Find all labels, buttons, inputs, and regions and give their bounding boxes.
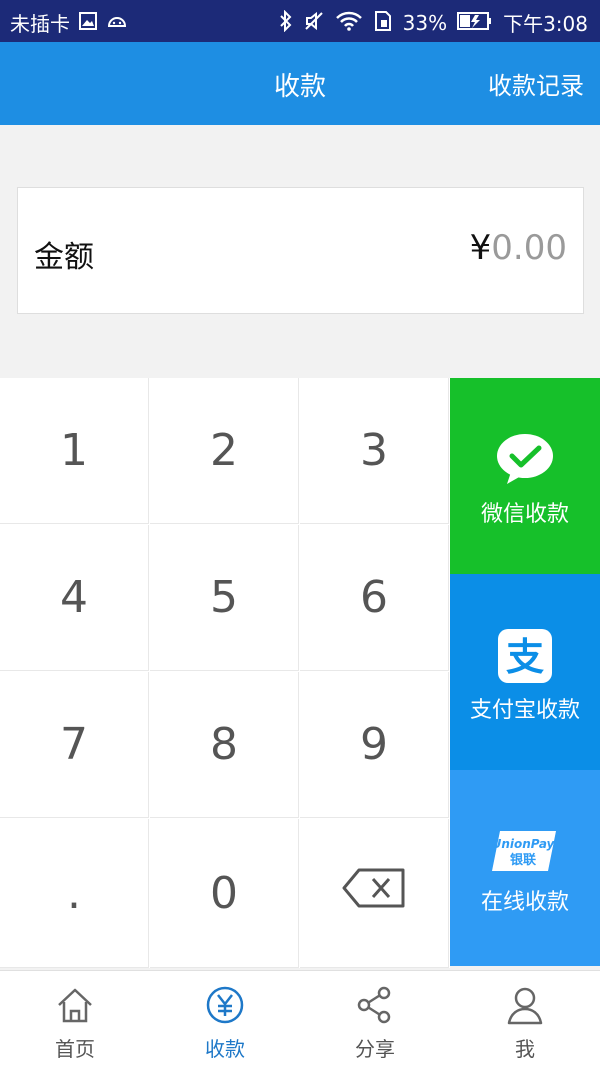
android-icon xyxy=(106,11,128,34)
unionpay-logo-cn: 银联 xyxy=(510,852,536,868)
online-pay-button[interactable]: UnionPay 银联 在线收款 xyxy=(450,770,600,966)
unionpay-logo-text: UnionPay xyxy=(492,837,556,851)
battery-charging-icon xyxy=(457,11,493,34)
currency-symbol: ¥ xyxy=(469,228,492,268)
key-2[interactable]: 2 xyxy=(150,378,299,524)
key-3[interactable]: 3 xyxy=(300,378,449,524)
wechat-pay-icon xyxy=(495,430,555,490)
battery-percent: 33% xyxy=(402,10,448,35)
nav-label-me: 我 xyxy=(515,1037,535,1061)
home-icon xyxy=(55,985,95,1025)
nav-item-share[interactable]: 分享 xyxy=(300,971,450,1068)
bluetooth-icon xyxy=(279,9,293,35)
key-9[interactable]: 9 xyxy=(300,672,449,818)
alipay-button[interactable]: 支 支付宝收款 xyxy=(450,574,600,770)
sim-icon xyxy=(373,10,393,35)
key-5[interactable]: 5 xyxy=(150,525,299,671)
amount-field[interactable]: 金额 ¥0.00 xyxy=(17,187,584,314)
nav-label-share: 分享 xyxy=(355,1037,395,1061)
amount-number: 0.00 xyxy=(491,228,567,268)
app-bar: 收款 收款记录 xyxy=(0,42,600,125)
key-4[interactable]: 4 xyxy=(0,525,149,671)
clock: 下午3:08 xyxy=(503,12,588,36)
backspace-key[interactable] xyxy=(300,819,449,968)
image-icon xyxy=(78,11,98,34)
key-0[interactable]: 0 xyxy=(150,819,299,968)
wifi-icon xyxy=(335,10,363,35)
key-7[interactable]: 7 xyxy=(0,672,149,818)
yuan-icon xyxy=(205,985,245,1025)
key-decimal[interactable]: . xyxy=(0,819,149,968)
unionpay-icon: UnionPay 银联 xyxy=(490,826,560,886)
key-8[interactable]: 8 xyxy=(150,672,299,818)
bottom-nav: 首页 收款 分享 我 xyxy=(0,970,600,1068)
amount-value: ¥0.00 xyxy=(470,228,567,268)
key-1[interactable]: 1 xyxy=(0,378,149,524)
nav-item-home[interactable]: 首页 xyxy=(0,971,150,1068)
alipay-label: 支付宝收款 xyxy=(469,698,580,723)
nav-label-home: 首页 xyxy=(55,1037,95,1061)
nav-item-me[interactable]: 我 xyxy=(450,971,600,1068)
mute-icon xyxy=(303,10,325,35)
carrier-text: 未插卡 xyxy=(10,12,70,36)
alipay-icon: 支 xyxy=(495,626,555,686)
key-6[interactable]: 6 xyxy=(300,525,449,671)
nav-item-payment[interactable]: 收款 xyxy=(150,971,300,1068)
backspace-icon xyxy=(341,867,407,920)
wechat-pay-button[interactable]: 微信收款 xyxy=(450,378,600,574)
status-bar: 未插卡 33% 下午3:08 xyxy=(0,0,600,42)
wechat-pay-label: 微信收款 xyxy=(480,502,569,527)
user-icon xyxy=(505,985,545,1025)
share-icon xyxy=(355,985,395,1025)
payment-records-link[interactable]: 收款记录 xyxy=(488,66,584,101)
amount-label: 金额 xyxy=(34,240,94,275)
online-pay-label: 在线收款 xyxy=(480,890,569,915)
numeric-keypad: 1 2 3 4 5 6 7 8 9 . 0 xyxy=(0,378,450,968)
nav-label-payment: 收款 xyxy=(205,1037,245,1061)
svg-text:支: 支 xyxy=(506,635,544,679)
